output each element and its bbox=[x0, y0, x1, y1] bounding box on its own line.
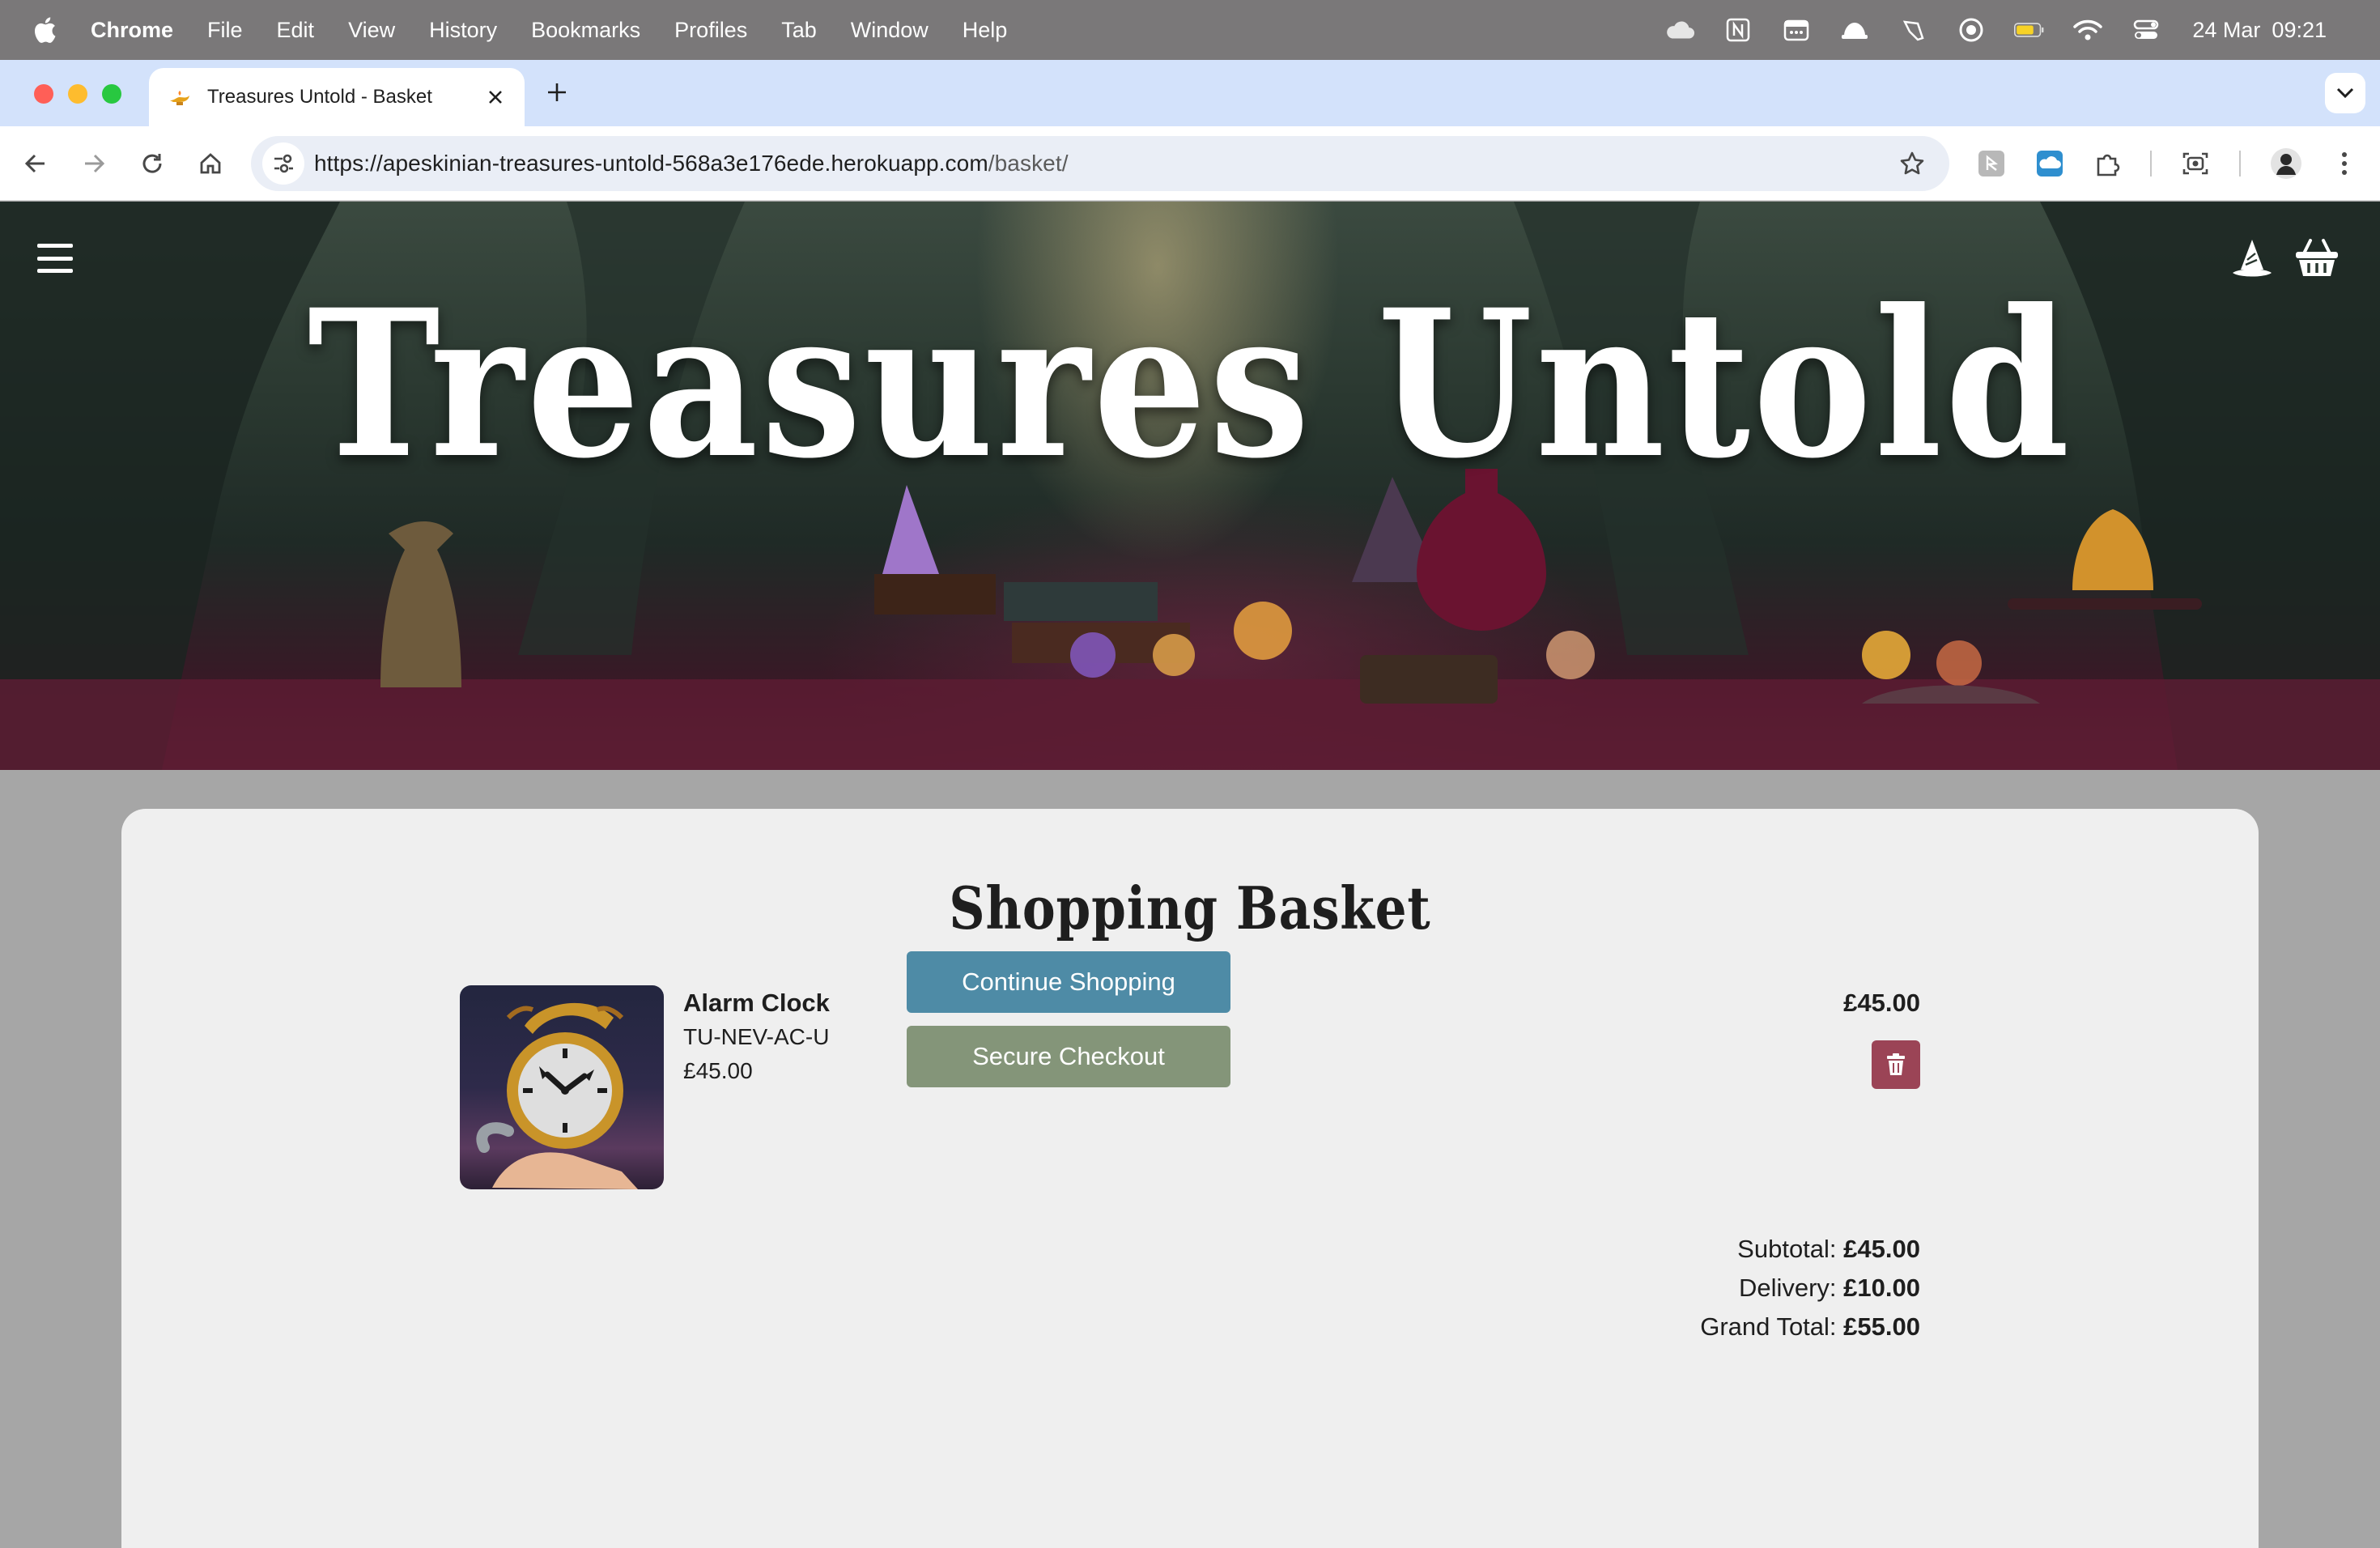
grand-total-label: Grand Total: bbox=[1700, 1312, 1837, 1341]
minimize-window-button[interactable] bbox=[68, 84, 87, 104]
subtotal-label: Subtotal: bbox=[1737, 1235, 1837, 1263]
screenshot-icon[interactable] bbox=[2176, 144, 2215, 183]
page-title: Shopping Basket bbox=[949, 874, 1431, 942]
menu-bookmarks[interactable]: Bookmarks bbox=[531, 18, 640, 43]
alarm-clock-illustration bbox=[476, 1002, 638, 1189]
calendar-menu-icon[interactable] bbox=[1781, 17, 1812, 43]
hero-banner: Treasures Untold bbox=[0, 202, 2380, 770]
profile-avatar[interactable] bbox=[2267, 144, 2306, 183]
lamp-favicon-icon bbox=[170, 91, 189, 105]
url-host: https://apeskinian-treasures-untold-568a… bbox=[314, 151, 988, 176]
menu-hamburger-icon[interactable] bbox=[37, 244, 73, 273]
delivery-row: Delivery: £10.00 bbox=[1700, 1269, 1920, 1308]
address-bar[interactable]: https://apeskinian-treasures-untold-568a… bbox=[251, 136, 1949, 191]
subtotal-value: £45.00 bbox=[1843, 1235, 1920, 1263]
bookmark-star-icon[interactable] bbox=[1893, 144, 1932, 183]
wizard-hat-account-icon[interactable] bbox=[2231, 237, 2273, 279]
window-controls bbox=[34, 84, 121, 104]
grand-total-value: £55.00 bbox=[1843, 1312, 1920, 1341]
product-sku: TU-NEV-AC-U bbox=[683, 1024, 830, 1049]
wifi-icon[interactable] bbox=[2072, 17, 2103, 43]
extension-grey-icon[interactable] bbox=[1972, 144, 2011, 183]
focus-icon[interactable] bbox=[1956, 17, 1987, 43]
forward-button[interactable] bbox=[74, 144, 113, 183]
product-name[interactable]: Alarm Clock bbox=[683, 989, 830, 1018]
tab-close-icon[interactable] bbox=[484, 86, 507, 108]
menu-tab[interactable]: Tab bbox=[781, 18, 817, 43]
control-center-icon[interactable] bbox=[2131, 17, 2161, 43]
browser-tab-active[interactable]: Treasures Untold - Basket bbox=[149, 68, 525, 126]
trash-icon bbox=[1887, 1053, 1905, 1075]
zoom-window-button[interactable] bbox=[102, 84, 121, 104]
menubar-clock[interactable]: 24 Mar 09:21 bbox=[2192, 18, 2327, 43]
chevron-down-icon bbox=[2336, 87, 2354, 99]
toolbar-separator bbox=[2239, 151, 2241, 176]
macos-menubar: Chrome File Edit View History Bookmarks … bbox=[0, 0, 2380, 60]
remove-item-button[interactable] bbox=[1872, 1040, 1920, 1089]
tab-strip: Treasures Untold - Basket bbox=[0, 60, 2380, 126]
clock-date: 24 Mar bbox=[2192, 17, 2261, 42]
delivery-value: £10.00 bbox=[1843, 1274, 1920, 1302]
menu-history[interactable]: History bbox=[429, 18, 497, 43]
new-tab-button[interactable] bbox=[541, 76, 573, 108]
url-text: https://apeskinian-treasures-untold-568a… bbox=[314, 151, 1893, 176]
toolbar-separator bbox=[2150, 151, 2152, 176]
site-brand-title[interactable]: Treasures Untold bbox=[142, 283, 2237, 485]
basket-totals: Subtotal: £45.00 Delivery: £10.00 Grand … bbox=[1700, 1230, 1920, 1346]
back-button[interactable] bbox=[16, 144, 55, 183]
line-total: £45.00 bbox=[1843, 989, 1920, 1017]
product-unit-price: £45.00 bbox=[683, 1058, 753, 1083]
extension-cloud-icon[interactable] bbox=[2030, 144, 2069, 183]
product-image-alarm-clock[interactable] bbox=[460, 985, 664, 1189]
delivery-label: Delivery: bbox=[1738, 1274, 1837, 1302]
home-button[interactable] bbox=[191, 144, 230, 183]
apple-logo-icon[interactable] bbox=[32, 16, 57, 44]
home-icon bbox=[200, 153, 221, 174]
menu-app-name[interactable]: Chrome bbox=[91, 18, 173, 43]
close-window-button[interactable] bbox=[34, 84, 53, 104]
menu-edit[interactable]: Edit bbox=[277, 18, 315, 43]
web-page: Treasures Untold Shopping Basket Alarm C… bbox=[0, 202, 2380, 1548]
icloud-icon[interactable] bbox=[1664, 17, 1695, 43]
tool-icon[interactable] bbox=[1898, 17, 1928, 43]
menu-view[interactable]: View bbox=[348, 18, 395, 43]
browser-toolbar: https://apeskinian-treasures-untold-568a… bbox=[0, 126, 2380, 201]
hat-icon[interactable] bbox=[1839, 17, 1870, 43]
shopping-basket-icon[interactable] bbox=[2294, 237, 2340, 279]
reload-icon bbox=[142, 154, 162, 173]
chrome-menu-icon[interactable] bbox=[2325, 144, 2364, 183]
continue-shopping-button[interactable]: Continue Shopping bbox=[907, 951, 1230, 1013]
menu-window[interactable]: Window bbox=[851, 18, 929, 43]
menu-help[interactable]: Help bbox=[963, 18, 1008, 43]
extensions-puzzle-icon[interactable] bbox=[2089, 144, 2127, 183]
secure-checkout-button[interactable]: Secure Checkout bbox=[907, 1026, 1230, 1087]
menu-profiles[interactable]: Profiles bbox=[674, 18, 747, 43]
grand-total-row: Grand Total: £55.00 bbox=[1700, 1308, 1920, 1346]
tab-title: Treasures Untold - Basket bbox=[207, 86, 432, 108]
notion-icon[interactable] bbox=[1723, 17, 1753, 43]
menu-file[interactable]: File bbox=[207, 18, 243, 43]
subtotal-row: Subtotal: £45.00 bbox=[1700, 1230, 1920, 1269]
arrow-left-icon bbox=[24, 154, 45, 173]
battery-icon[interactable] bbox=[2014, 17, 2045, 43]
reload-button[interactable] bbox=[133, 144, 172, 183]
url-path: /basket/ bbox=[988, 151, 1069, 176]
clock-time: 09:21 bbox=[2272, 17, 2327, 42]
tab-search-button[interactable] bbox=[2325, 73, 2365, 113]
status-area: 24 Mar 09:21 bbox=[1664, 0, 2380, 60]
site-info-icon[interactable] bbox=[262, 142, 304, 185]
basket-card: Shopping Basket Alarm Clock TU-NEV-AC-U … bbox=[121, 809, 2259, 1548]
arrow-right-icon bbox=[85, 154, 105, 173]
